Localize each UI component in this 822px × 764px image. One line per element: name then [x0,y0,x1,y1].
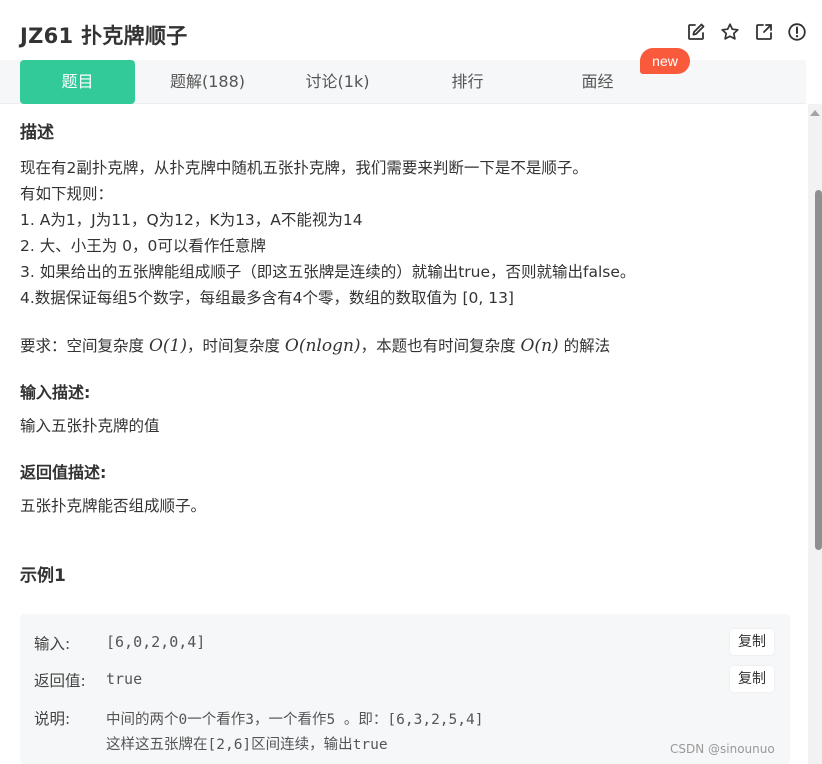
tab-interview[interactable]: 面经 [550,60,645,104]
tab-discussion[interactable]: 讨论(1k) [290,60,385,104]
problem-header: JZ61 扑克牌顺子 [0,0,822,62]
description-line: 现在有2副扑克牌，从扑克牌中随机五张扑克牌，我们需要来判断一下是不是顺子。 [20,159,588,177]
description-line: 有如下规则： [20,185,114,203]
star-icon[interactable] [720,22,740,42]
watermark: CSDN @sinounuo [670,742,775,756]
example-return-label: 返回值: [34,672,86,690]
return-desc-text: 五张扑克牌能否组成顺子。 [20,497,207,515]
requirement-prefix: 要求：空间复杂度 [20,337,149,355]
problem-title: JZ61 扑克牌顺子 [20,24,188,48]
copy-input-button[interactable]: 复制 [730,629,774,655]
external-link-icon[interactable] [754,22,774,42]
description-line: 4.数据保证每组5个数字，每组最多含有4个零，数组的数取值为 [0, 13] [20,289,514,307]
requirement-mid: ，时间复杂度 [186,337,285,355]
copy-return-button[interactable]: 复制 [730,666,774,692]
time-complexity: O(nlogn) [284,336,361,356]
input-desc-text: 输入五张扑克牌的值 [20,417,160,435]
requirement-mid2: ，本题也有时间复杂度 [360,337,521,355]
example-input-value: [6,0,2,0,4] [106,633,206,651]
tab-problem[interactable]: 题目 [20,60,135,104]
example-input-label: 输入: [34,635,71,653]
complexity-requirement: 要求：空间复杂度 O(1)，时间复杂度 O(nlogn)，本题也有时间复杂度 O… [20,333,800,359]
description-line: 2. 大、小王为 0，0可以看作任意牌 [20,237,266,255]
tab-solutions[interactable]: 题解(188) [155,60,260,104]
requirement-suffix: 的解法 [558,337,611,355]
example-title: 示例1 [20,566,66,586]
input-desc-title: 输入描述: [20,383,91,402]
scrollbar-thumb[interactable] [815,190,822,550]
problem-content: 描述 现在有2副扑克牌，从扑克牌中随机五张扑克牌，我们需要来判断一下是不是顺子。… [20,118,800,586]
alt-complexity: O(n) [520,336,559,356]
scroll-up-arrow-icon[interactable] [810,110,820,116]
new-badge: new [640,48,690,74]
return-desc-title: 返回值描述: [20,463,107,482]
description-body: 现在有2副扑克牌，从扑克牌中随机五张扑克牌，我们需要来判断一下是不是顺子。 有如… [20,155,800,311]
example-return-value: true [106,670,143,688]
example-explain-line: 这样这五张牌在[2,6]区间连续，输出true [106,737,388,753]
tab-ranking[interactable]: 排行 [420,60,515,104]
info-icon[interactable] [787,22,807,42]
description-title: 描述 [20,123,54,143]
example-explain-label: 说明: [34,710,71,728]
description-line: 3. 如果给出的五张牌能组成顺子（即这五张牌是连续的）就输出true，否则就输出… [20,263,636,281]
space-complexity: O(1) [148,336,187,356]
example-explain-line: 中间的两个0一个看作3，一个看作5 。即：[6,3,2,5,4] [106,712,484,728]
description-line: 1. A为1，J为11，Q为12，K为13，A不能视为14 [20,211,363,229]
edit-icon[interactable] [686,22,706,42]
